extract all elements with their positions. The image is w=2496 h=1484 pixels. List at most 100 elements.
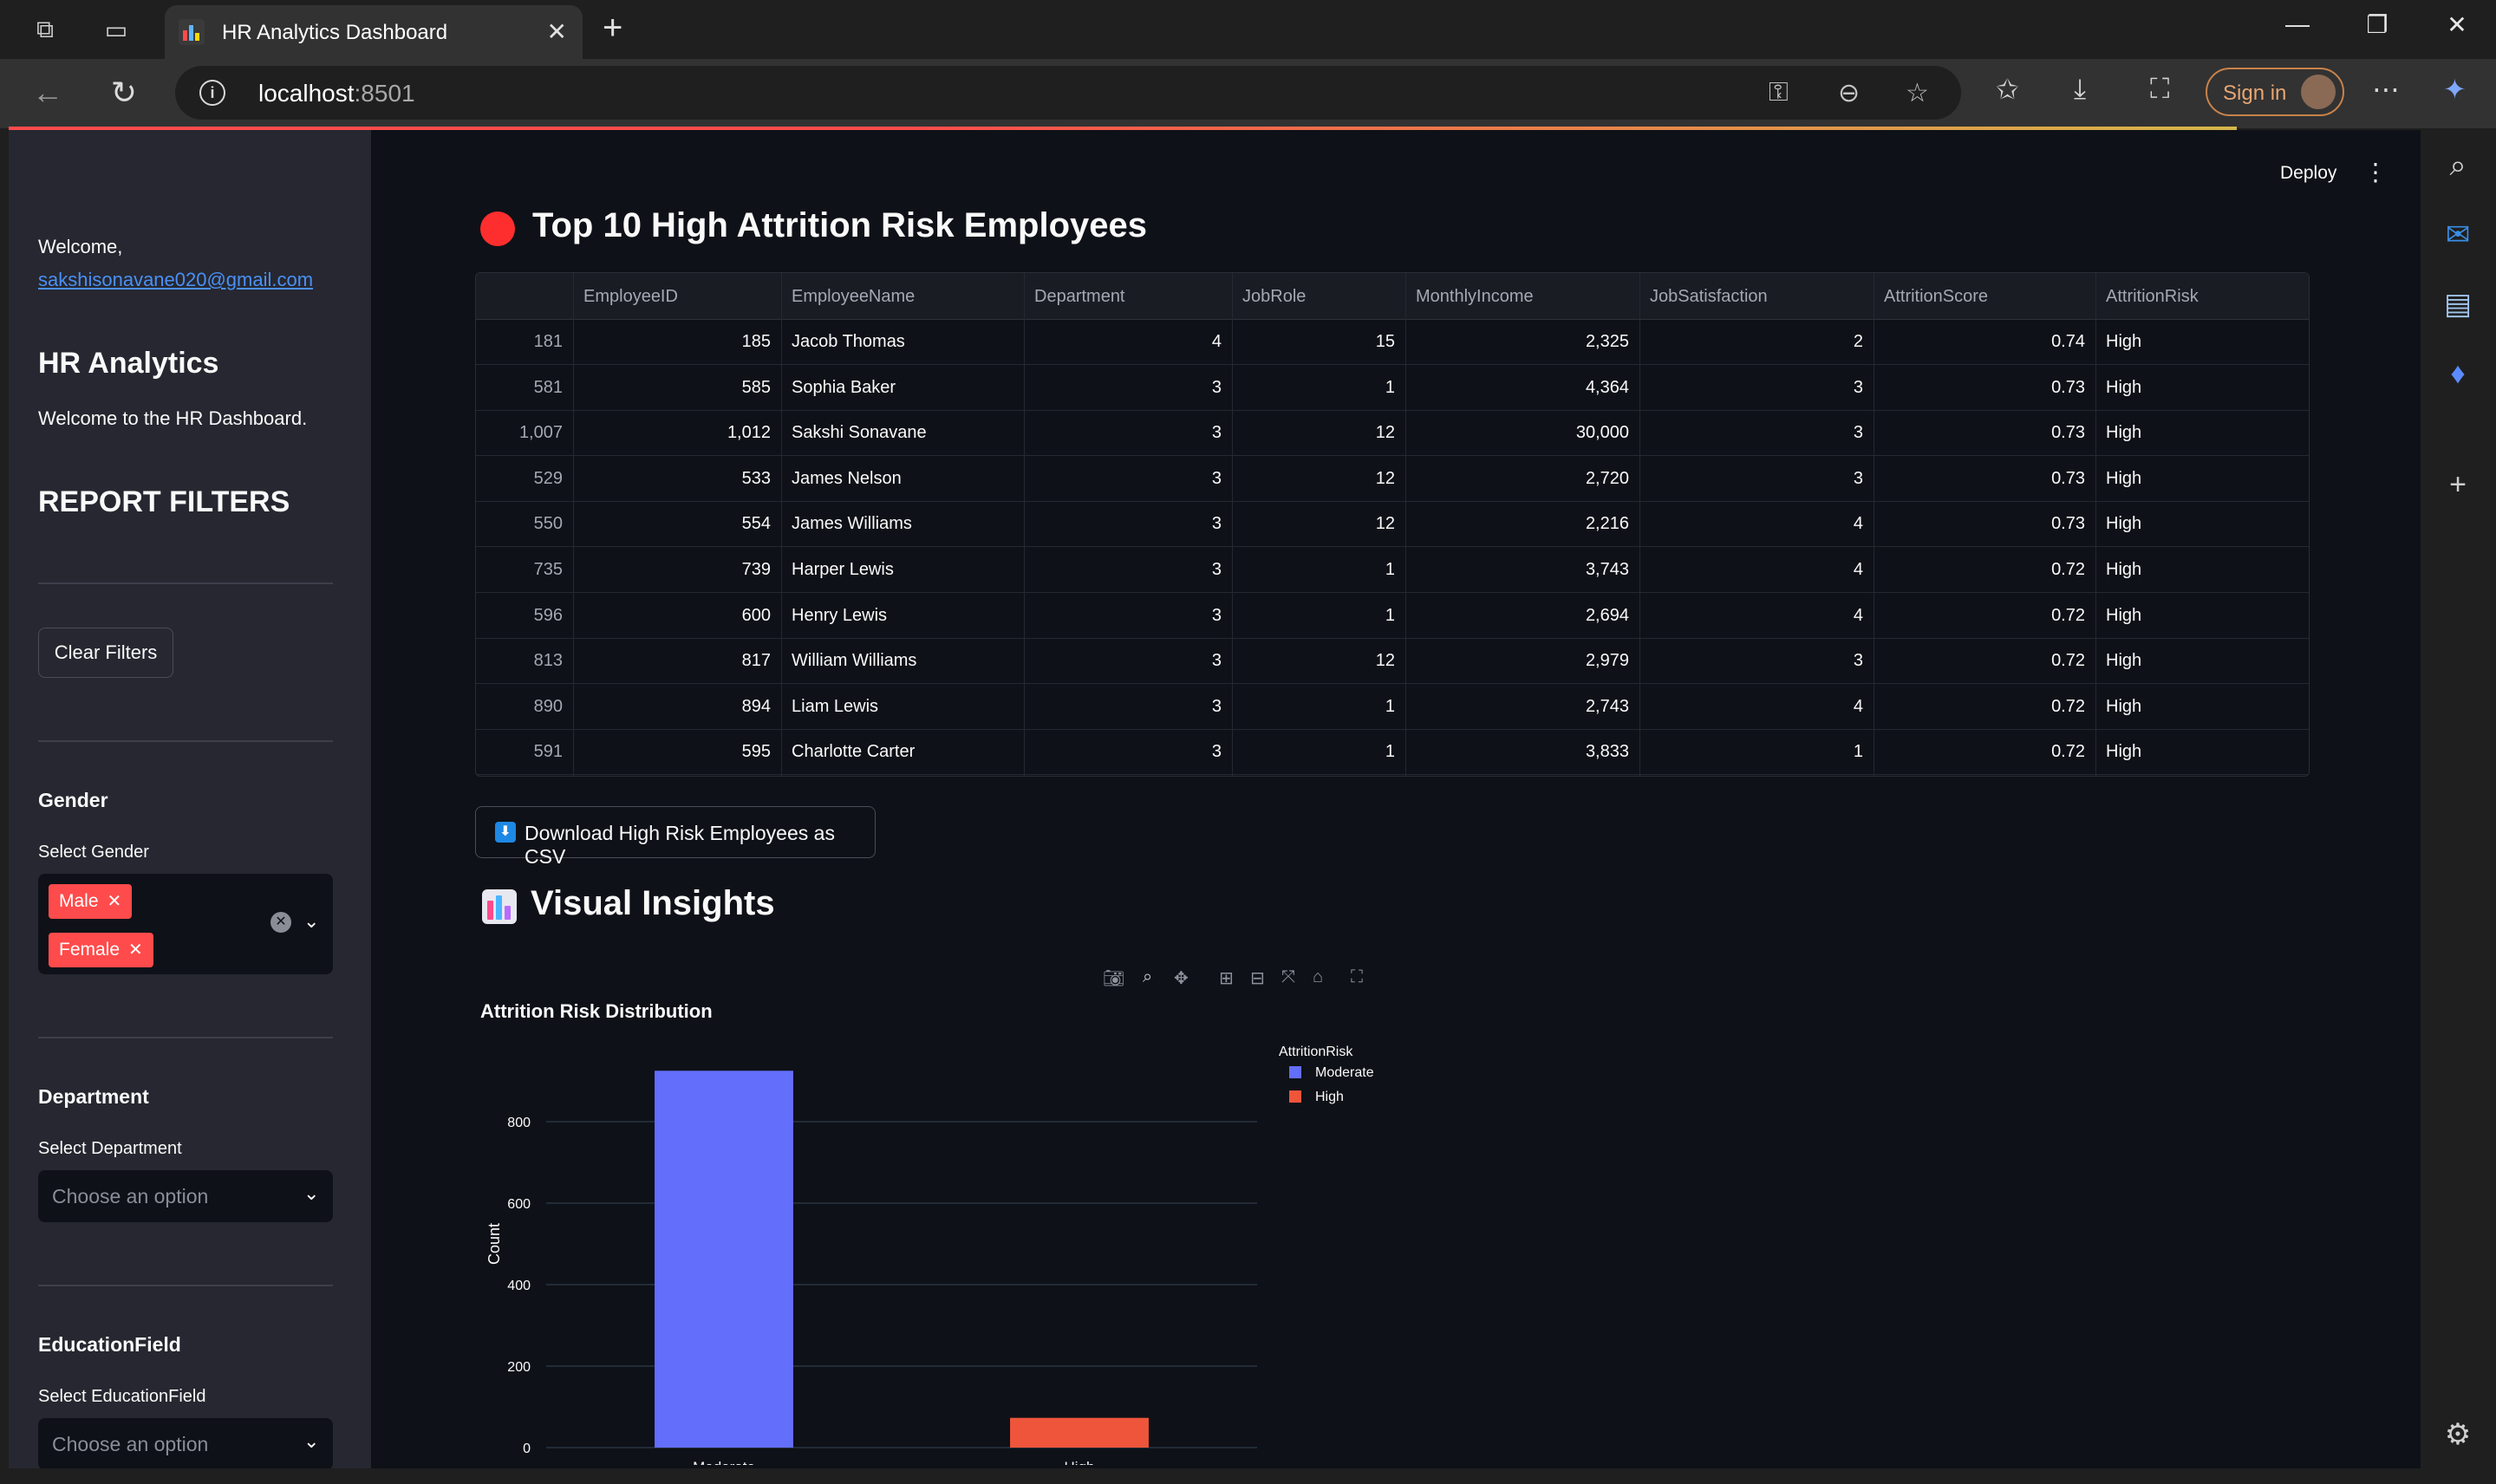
table-cell[interactable]: 0.72 — [1874, 697, 2085, 717]
table-cell[interactable]: 12 — [1232, 514, 1395, 534]
table-cell[interactable]: 739 — [573, 560, 771, 580]
table-cell[interactable]: 0.72 — [1874, 651, 2085, 671]
workspaces-icon[interactable]: ⧉ — [28, 12, 62, 47]
favorites-icon[interactable]: ✩ — [1996, 73, 2019, 106]
table-cell[interactable]: 1 — [1232, 742, 1395, 762]
table-row[interactable]: 181 185 Jacob Thomas 4 15 2,325 2 0.74 High — [476, 320, 2309, 365]
url-text[interactable]: localhost:8501 — [258, 80, 415, 107]
table-cell[interactable]: 2,720 — [1405, 469, 1629, 489]
table-cell[interactable]: 3 — [1639, 469, 1863, 489]
table-cell[interactable]: High — [2106, 560, 2141, 580]
table-cell[interactable]: 2,325 — [1405, 332, 1629, 352]
table-cell[interactable]: 1 — [1232, 606, 1395, 626]
table-cell[interactable]: High — [2106, 742, 2141, 762]
row-index[interactable]: 550 — [476, 514, 563, 534]
table-cell[interactable]: 4 — [1639, 514, 1863, 534]
table-row[interactable]: 813 817 William Williams 3 12 2,979 3 0.72 High — [476, 639, 2309, 685]
table-cell[interactable]: 3 — [1024, 423, 1222, 443]
tab-actions-icon[interactable]: ▭ — [99, 12, 134, 47]
column-header[interactable]: JobSatisfaction — [1650, 287, 1768, 307]
education-select[interactable]: Choose an option ⌄ — [38, 1418, 333, 1468]
column-header[interactable]: JobRole — [1242, 287, 1306, 307]
table-cell[interactable]: High — [2106, 332, 2141, 352]
table-row[interactable]: 581 585 Sophia Baker 3 1 4,364 3 0.73 High — [476, 366, 2309, 411]
user-email-link[interactable]: sakshisonavane020@gmail.com — [38, 269, 313, 291]
bar-high[interactable] — [1010, 1417, 1149, 1448]
table-cell[interactable]: High — [2106, 651, 2141, 671]
fullscreen-icon[interactable]: ⛶ — [1351, 967, 1363, 987]
table-cell[interactable]: 2,743 — [1405, 697, 1629, 717]
table-cell[interactable]: 3,833 — [1405, 742, 1629, 762]
department-select[interactable]: Choose an option ⌄ — [38, 1170, 333, 1222]
table-cell[interactable]: Sakshi Sonavane — [792, 423, 927, 443]
camera-icon[interactable]: 📷︎ — [1103, 967, 1124, 989]
table-cell[interactable]: 3 — [1024, 606, 1222, 626]
column-header[interactable]: EmployeeID — [583, 287, 678, 307]
table-cell[interactable]: High — [2106, 469, 2141, 489]
more-options-icon[interactable]: ⋯ — [2372, 73, 2400, 106]
legend-swatch[interactable] — [1289, 1066, 1301, 1078]
screenshot-icon[interactable]: ⛶ — [2150, 73, 2169, 106]
clear-selection-icon[interactable]: ✕ — [270, 912, 291, 933]
table-cell[interactable]: High — [2106, 423, 2141, 443]
chip-male[interactable]: Male ✕ — [49, 884, 133, 919]
address-bar[interactable]: i localhost:8501 ⚿ ⊖ ☆ — [175, 66, 1961, 120]
legend-item[interactable]: Moderate — [1315, 1065, 1374, 1080]
download-csv-button[interactable]: ⬇ Download High Risk Employees as CSV — [475, 806, 876, 868]
table-cell[interactable]: Henry Lewis — [792, 606, 887, 626]
table-cell[interactable]: 2 — [1639, 332, 1863, 352]
table-cell[interactable]: Charlotte Carter — [792, 742, 915, 762]
table-cell[interactable]: 4,364 — [1405, 378, 1629, 398]
table-cell[interactable]: 0.73 — [1874, 514, 2085, 534]
table-cell[interactable]: 185 — [573, 332, 771, 352]
table-cell[interactable]: 0.72 — [1874, 560, 2085, 580]
table-cell[interactable]: 585 — [573, 378, 771, 398]
download-icon[interactable]: ⤓ — [2074, 73, 2086, 106]
table-cell[interactable]: Jacob Thomas — [792, 332, 905, 352]
table-cell[interactable]: 1,012 — [573, 423, 771, 443]
chevron-down-icon[interactable]: ⌄ — [303, 1430, 319, 1453]
table-cell[interactable]: 3 — [1639, 423, 1863, 443]
minimize-icon[interactable]: — — [2271, 10, 2323, 38]
row-index[interactable]: 735 — [476, 560, 563, 580]
table-cell[interactable]: 12 — [1232, 651, 1395, 671]
row-index[interactable]: 813 — [476, 651, 563, 671]
remove-chip-icon[interactable]: ✕ — [128, 941, 143, 960]
table-row[interactable]: 591 595 Charlotte Carter 3 1 3,833 1 0.72 High — [476, 730, 2309, 776]
table-cell[interactable]: High — [2106, 514, 2141, 534]
table-cell[interactable]: 0.73 — [1874, 423, 2085, 443]
table-row[interactable]: 1,007 1,012 Sakshi Sonavane 3 12 30,000 3 0.73 H… — [476, 411, 2309, 457]
table-cell[interactable]: 1 — [1639, 742, 1863, 762]
table-cell[interactable]: 554 — [573, 514, 771, 534]
table-cell[interactable]: 0.73 — [1874, 378, 2085, 398]
new-tab-icon[interactable]: + — [603, 10, 622, 45]
table-cell[interactable]: 4 — [1639, 697, 1863, 717]
zoom-icon[interactable]: ⊖ — [1838, 78, 1860, 108]
row-index[interactable]: 591 — [476, 742, 563, 762]
row-index[interactable]: 581 — [476, 378, 563, 398]
zoom-out-icon[interactable]: ⊟ — [1250, 967, 1265, 989]
table-cell[interactable]: 4 — [1024, 332, 1222, 352]
close-tab-icon[interactable]: ✕ — [547, 17, 567, 46]
zoom-in-icon[interactable]: ⊞ — [1219, 967, 1234, 989]
table-cell[interactable]: Harper Lewis — [792, 560, 894, 580]
chevron-down-icon[interactable]: ⌄ — [303, 910, 319, 933]
key-icon[interactable]: ⚿ — [1769, 78, 1789, 107]
table-cell[interactable]: 817 — [573, 651, 771, 671]
table-cell[interactable]: 3 — [1024, 742, 1222, 762]
table-cell[interactable]: High — [2106, 606, 2141, 626]
table-cell[interactable]: 3 — [1024, 651, 1222, 671]
column-header[interactable]: Department — [1034, 287, 1125, 307]
settings-gear-icon[interactable]: ⚙ — [2436, 1413, 2480, 1456]
back-icon[interactable]: ← — [26, 75, 69, 111]
table-cell[interactable]: 3 — [1024, 514, 1222, 534]
table-cell[interactable]: 12 — [1232, 469, 1395, 489]
clear-filters-button[interactable]: Clear Filters — [38, 628, 173, 678]
remove-chip-icon[interactable]: ✕ — [108, 892, 122, 911]
autoscale-icon[interactable]: ⤧ — [1281, 967, 1295, 987]
table-cell[interactable]: 12 — [1232, 423, 1395, 443]
restore-icon[interactable]: ❐ — [2351, 10, 2403, 39]
chip-female[interactable]: Female ✕ — [49, 933, 153, 967]
gender-multiselect[interactable]: Male ✕ Female ✕ ✕ ⌄ — [38, 874, 333, 974]
row-index[interactable]: 181 — [476, 332, 563, 352]
